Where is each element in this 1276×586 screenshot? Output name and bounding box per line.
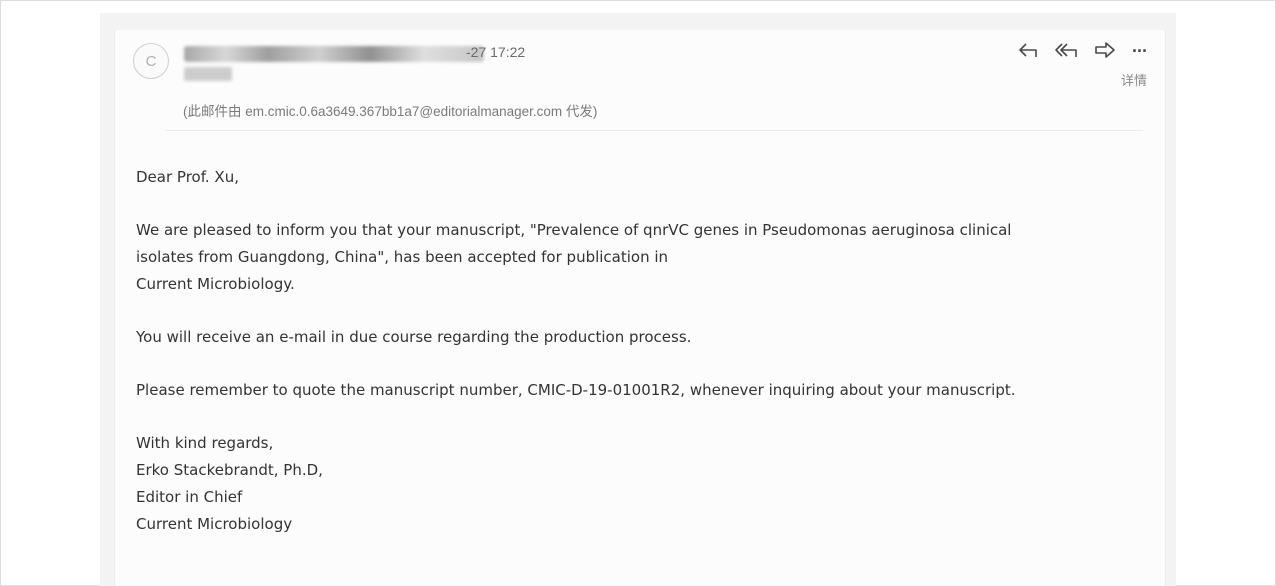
email-actions-toolbar: ··· xyxy=(1018,40,1148,62)
redacted-sender-name xyxy=(184,46,484,62)
reply-all-icon[interactable] xyxy=(1054,42,1078,60)
acceptance-line-3: Current Microbiology. xyxy=(136,275,295,293)
production-paragraph: You will receive an e-mail in due course… xyxy=(136,328,692,346)
acceptance-line-2: isolates from Guangdong, China", has bee… xyxy=(136,248,669,266)
email-greeting: Dear Prof. Xu, xyxy=(136,168,239,186)
sender-name[interactable] xyxy=(184,43,484,65)
email-body: Dear Prof. Xu, We are pleased to inform … xyxy=(136,164,1156,564)
more-icon[interactable]: ··· xyxy=(1132,42,1148,60)
sender-avatar[interactable]: C xyxy=(133,43,169,79)
forward-icon[interactable] xyxy=(1094,42,1116,60)
email-client-area: C -27 17:22 (此邮件由 em.cmic.0.6a3649.367bb… xyxy=(100,13,1176,586)
redacted-sender-address xyxy=(184,67,232,81)
manuscript-number-paragraph: Please remember to quote the manuscript … xyxy=(136,381,1016,399)
avatar-letter: C xyxy=(145,52,157,70)
email-message-card: C -27 17:22 (此邮件由 em.cmic.0.6a3649.367bb… xyxy=(114,30,1166,586)
signature-name: Erko Stackebrandt, Ph.D, xyxy=(136,461,323,479)
sent-on-behalf-note: (此邮件由 em.cmic.0.6a3649.367bb1a7@editoria… xyxy=(183,104,598,119)
details-link[interactable]: 详情 xyxy=(1121,70,1147,89)
signature-block: With kind regards, Erko Stackebrandt, Ph… xyxy=(136,430,1156,538)
acceptance-line-1: We are pleased to inform you that your m… xyxy=(136,221,1012,239)
reply-icon[interactable] xyxy=(1018,42,1038,60)
signature-journal: Current Microbiology xyxy=(136,515,293,533)
signature-title: Editor in Chief xyxy=(136,488,243,506)
acceptance-paragraph: We are pleased to inform you that your m… xyxy=(136,217,1156,298)
email-timestamp: -27 17:22 xyxy=(466,44,526,60)
header-divider xyxy=(165,130,1143,131)
signature-closing: With kind regards, xyxy=(136,434,274,452)
